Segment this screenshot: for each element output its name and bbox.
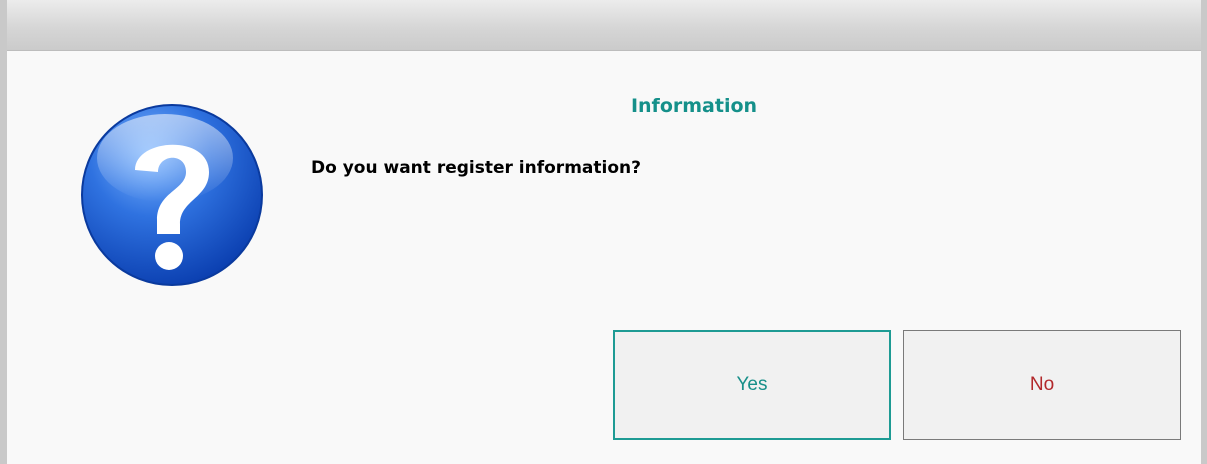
no-button[interactable]: No [903, 330, 1181, 440]
title-bar[interactable] [7, 0, 1201, 51]
dialog-message: Do you want register information? [311, 158, 641, 178]
dialog-window: Information Do you want register informa… [0, 0, 1207, 464]
question-icon [81, 104, 263, 286]
yes-button[interactable]: Yes [613, 330, 891, 440]
dialog-title: Information [630, 95, 758, 117]
